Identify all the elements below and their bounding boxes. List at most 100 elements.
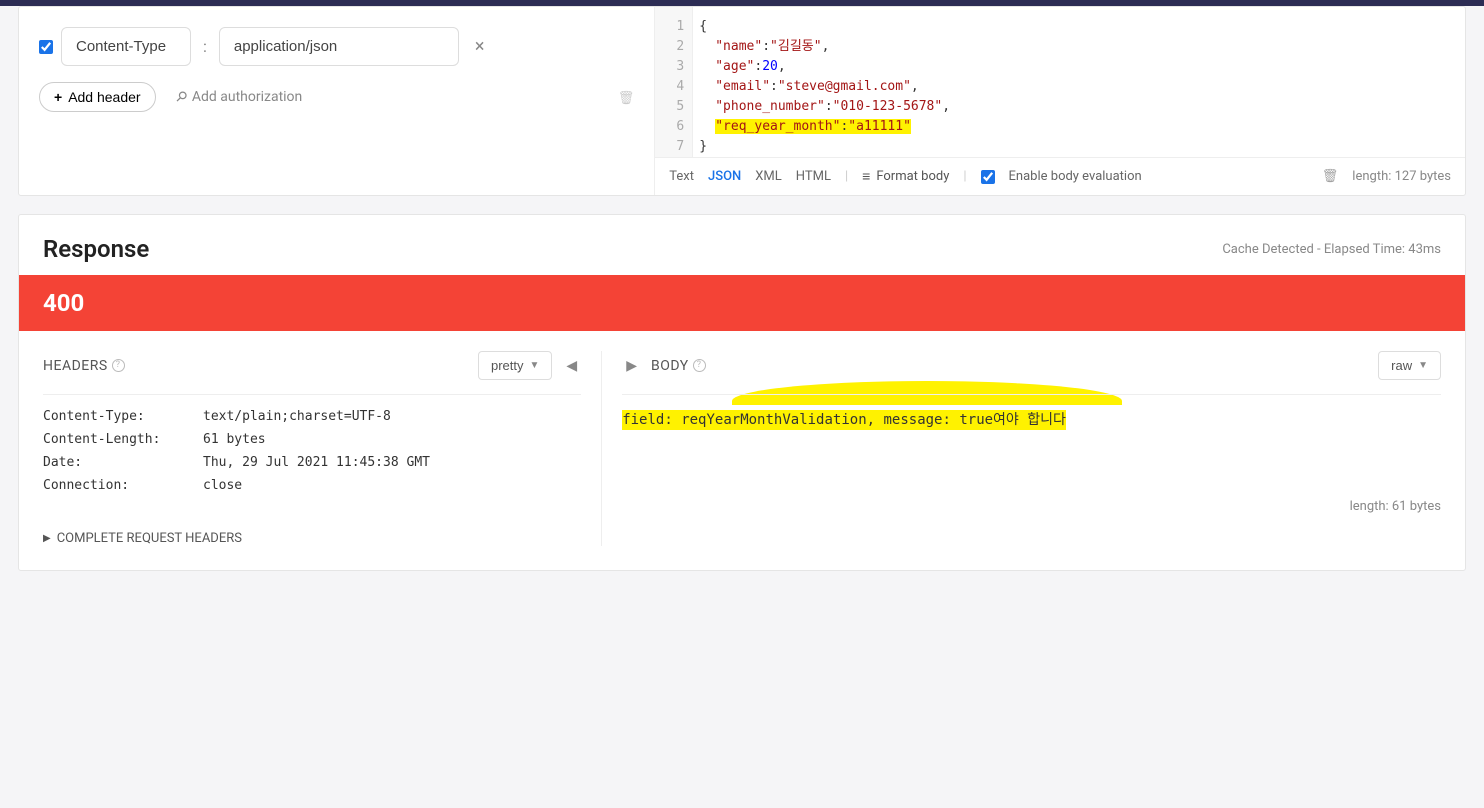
response-headers-panel: HEADERS ? pretty ▼ ◀ Content-Type:text/p… (43, 351, 602, 546)
line-number: 3 (655, 57, 684, 77)
json-comma: , (942, 99, 950, 114)
header-row: Connection:close (43, 478, 581, 493)
delete-all-headers-button[interactable] (618, 88, 635, 106)
editor-footer: Text JSON XML HTML | Format body | Enabl… (655, 157, 1465, 195)
line-number: 5 (655, 97, 684, 117)
remove-header-button[interactable]: × (475, 36, 485, 57)
header-actions-row: + Add header Add authorization (39, 82, 634, 112)
json-colon: : (825, 99, 833, 114)
format-tab-xml[interactable]: XML (755, 169, 782, 184)
json-colon: : (770, 79, 778, 94)
format-body-button[interactable]: Format body (862, 168, 949, 185)
help-icon[interactable]: ? (112, 359, 125, 372)
json-key: "phone_number" (715, 99, 825, 114)
chevron-down-icon: ▼ (530, 360, 540, 371)
json-value: "steve@gmail.com" (778, 79, 911, 94)
json-colon: : (762, 39, 770, 54)
header-key: Connection: (43, 478, 203, 493)
response-body-length: length: 61 bytes (622, 499, 1441, 514)
response-body-area: HEADERS ? pretty ▼ ◀ Content-Type:text/p… (19, 331, 1465, 570)
divider: | (963, 169, 966, 184)
add-header-label: Add header (68, 89, 140, 105)
response-title: Response (43, 235, 149, 263)
body-length-label: length: 127 bytes (1352, 169, 1451, 184)
complete-headers-label: COMPLETE REQUEST HEADERS (57, 531, 242, 546)
response-header: Response Cache Detected - Elapsed Time: … (19, 215, 1465, 275)
json-value: "a11111" (848, 119, 911, 134)
chevron-right-icon: ▶ (43, 533, 51, 544)
response-headers-table: Content-Type:text/plain;charset=UTF-8 Co… (43, 409, 581, 493)
header-name-input[interactable] (61, 27, 191, 66)
brace-open: { (699, 19, 707, 34)
header-value: 61 bytes (203, 432, 266, 447)
header-row: Date:Thu, 29 Jul 2021 11:45:38 GMT (43, 455, 581, 470)
header-row: Content-Type:text/plain;charset=UTF-8 (43, 409, 581, 424)
format-tab-json[interactable]: JSON (708, 169, 741, 184)
header-value: text/plain;charset=UTF-8 (203, 409, 391, 424)
collapse-right-button[interactable]: ▶ (622, 354, 641, 378)
json-key: "name" (715, 39, 762, 54)
json-comma: , (822, 39, 830, 54)
response-body-text: field: reqYearMonthValidation, message: … (622, 409, 1441, 429)
format-body-label: Format body (876, 169, 949, 184)
json-comma: , (911, 79, 919, 94)
response-card: Response Cache Detected - Elapsed Time: … (18, 214, 1466, 571)
header-entry-row: : × (39, 27, 634, 66)
body-section-head: ▶ BODY ? raw ▼ (622, 351, 1441, 395)
enable-body-eval-label: Enable body evaluation (1009, 169, 1142, 184)
response-body-panel: ▶ BODY ? raw ▼ field: reqYearMonthValida… (602, 351, 1441, 546)
clear-body-button[interactable] (1322, 169, 1339, 184)
json-value: "010-123-5678" (833, 99, 943, 114)
line-number: 4 (655, 77, 684, 97)
body-view-dropdown[interactable]: raw ▼ (1378, 351, 1441, 380)
header-key: Content-Type: (43, 409, 203, 424)
headers-panel: : × + Add header Add authorization (19, 7, 655, 195)
json-key: "age" (715, 59, 754, 74)
help-icon[interactable]: ? (693, 359, 706, 372)
response-body-content: field: reqYearMonthValidation, message: … (622, 410, 1066, 430)
add-authorization-button[interactable]: Add authorization (176, 89, 303, 105)
header-enabled-checkbox[interactable] (39, 40, 53, 54)
collapse-left-button[interactable]: ◀ (562, 354, 581, 378)
brace-close: } (699, 139, 707, 154)
plus-icon: + (54, 89, 62, 105)
body-section-title: BODY ? (651, 358, 706, 374)
json-comma: , (778, 59, 786, 74)
request-card: : × + Add header Add authorization 1 2 3… (18, 6, 1466, 196)
json-value: 20 (762, 59, 778, 74)
line-number: 7 (655, 137, 684, 157)
cache-elapsed-label: Cache Detected - Elapsed Time: 43ms (1222, 242, 1441, 257)
complete-request-headers-toggle[interactable]: ▶ COMPLETE REQUEST HEADERS (43, 531, 242, 546)
line-number: 1 (655, 17, 684, 37)
status-code-bar: 400 (19, 275, 1465, 331)
headers-view-label: pretty (491, 358, 524, 373)
code-body[interactable]: { "name":"김길동", "age":20, "email":"steve… (693, 7, 1465, 157)
enable-body-eval-checkbox[interactable] (981, 170, 995, 184)
headers-view-dropdown[interactable]: pretty ▼ (478, 351, 552, 380)
json-value: "김길동" (770, 39, 822, 54)
body-title-text: BODY (651, 358, 689, 374)
divider: | (845, 169, 848, 184)
header-key: Content-Length: (43, 432, 203, 447)
key-icon (176, 89, 186, 105)
headers-title-text: HEADERS (43, 358, 108, 374)
code-editor[interactable]: 1 2 3 4 5 6 7 { "name":"김길동", "age":20, … (655, 7, 1465, 157)
line-number: 2 (655, 37, 684, 57)
body-view-label: raw (1391, 358, 1412, 373)
add-header-button[interactable]: + Add header (39, 82, 156, 112)
chevron-down-icon: ▼ (1418, 360, 1428, 371)
format-tab-html[interactable]: HTML (796, 169, 831, 184)
header-value: close (203, 478, 242, 493)
header-key: Date: (43, 455, 203, 470)
add-authorization-label: Add authorization (192, 89, 302, 105)
header-colon: : (199, 37, 211, 56)
line-number-gutter: 1 2 3 4 5 6 7 (655, 7, 693, 157)
header-value: Thu, 29 Jul 2021 11:45:38 GMT (203, 455, 430, 470)
header-row: Content-Length:61 bytes (43, 432, 581, 447)
header-value-input[interactable] (219, 27, 459, 66)
format-lines-icon (862, 168, 870, 185)
json-key: "email" (715, 79, 770, 94)
headers-section-title: HEADERS ? (43, 358, 125, 374)
format-tab-text[interactable]: Text (669, 169, 694, 184)
json-key: "req_year_month" (715, 119, 840, 134)
